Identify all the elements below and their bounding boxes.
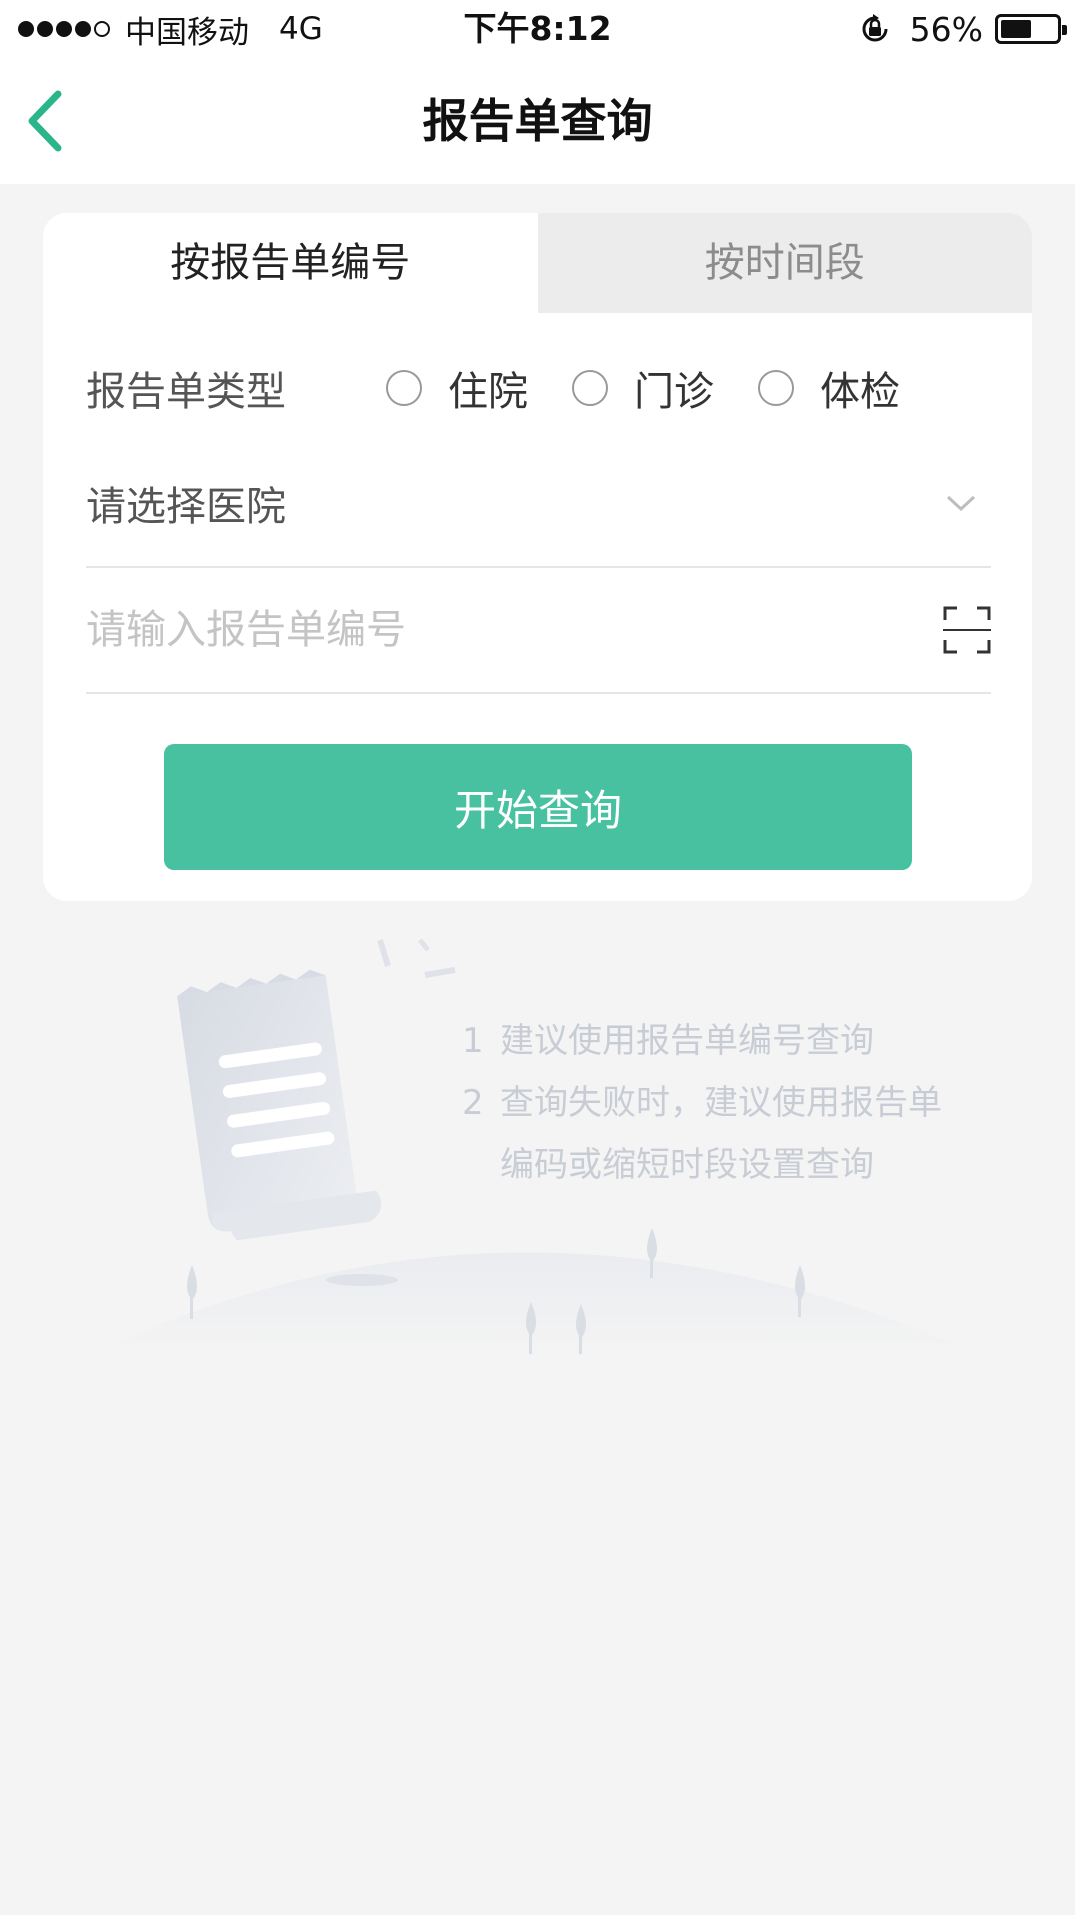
radio-label: 住院 [448,369,528,415]
radio-outpatient[interactable]: 门诊 [572,359,714,417]
tip-text: 建议使用报告单编号查询 [500,1021,874,1061]
status-bar: 中国移动 4G 下午8:12 56% [0,0,1075,58]
radio-circle-icon[interactable] [758,370,794,406]
report-number-input[interactable] [86,607,866,653]
tip-text: 查询失败时，建议使用报告单 [500,1083,942,1123]
tip-text-continued: 编码或缩短时段设置查询 [500,1145,874,1185]
battery-icon [995,14,1067,44]
query-mode-tabs: 按报告单编号 按时间段 [43,213,1032,313]
report-type-radio-group: 住院 门诊 体检 [386,359,900,417]
tip-number: 2 [462,1083,484,1123]
rotation-lock-icon [862,14,888,42]
page-title: 报告单查询 [422,94,653,148]
query-tips: 1 建议使用报告单编号查询 2 查询失败时，建议使用报告单 编码或缩短时段设置查… [462,1010,1022,1196]
radio-label: 体检 [820,369,900,415]
hospital-select[interactable]: 请选择医院 [86,440,991,568]
report-type-row: 报告单类型 住院 门诊 体检 [86,353,991,423]
radio-checkup[interactable]: 体检 [758,359,900,417]
tip-item: 2 查询失败时，建议使用报告单 [462,1072,1022,1134]
report-type-label: 报告单类型 [86,369,286,415]
radio-circle-icon[interactable] [386,370,422,406]
tip-item: 1 建议使用报告单编号查询 [462,1010,1022,1072]
status-right: 56% [858,8,1067,50]
tip-number: 1 [462,1021,484,1061]
start-query-button[interactable]: 开始查询 [164,744,912,870]
battery-percent: 56% [909,9,983,49]
navigation-bar: 报告单查询 [0,58,1075,184]
scan-icon[interactable] [943,606,991,654]
battery-level [1001,20,1032,38]
report-number-row [86,568,991,694]
radio-label: 门诊 [634,369,714,415]
hospital-select-placeholder: 请选择医院 [86,484,286,530]
radio-inpatient[interactable]: 住院 [386,359,528,417]
chevron-down-icon [946,495,976,512]
tab-by-report-number[interactable]: 按报告单编号 [43,213,538,313]
tab-by-time-range[interactable]: 按时间段 [537,213,1032,313]
radio-circle-icon[interactable] [572,370,608,406]
query-card: 按报告单编号 按时间段 报告单类型 住院 门诊 体检 请选择医院 请输入报告单编… [43,213,1032,901]
